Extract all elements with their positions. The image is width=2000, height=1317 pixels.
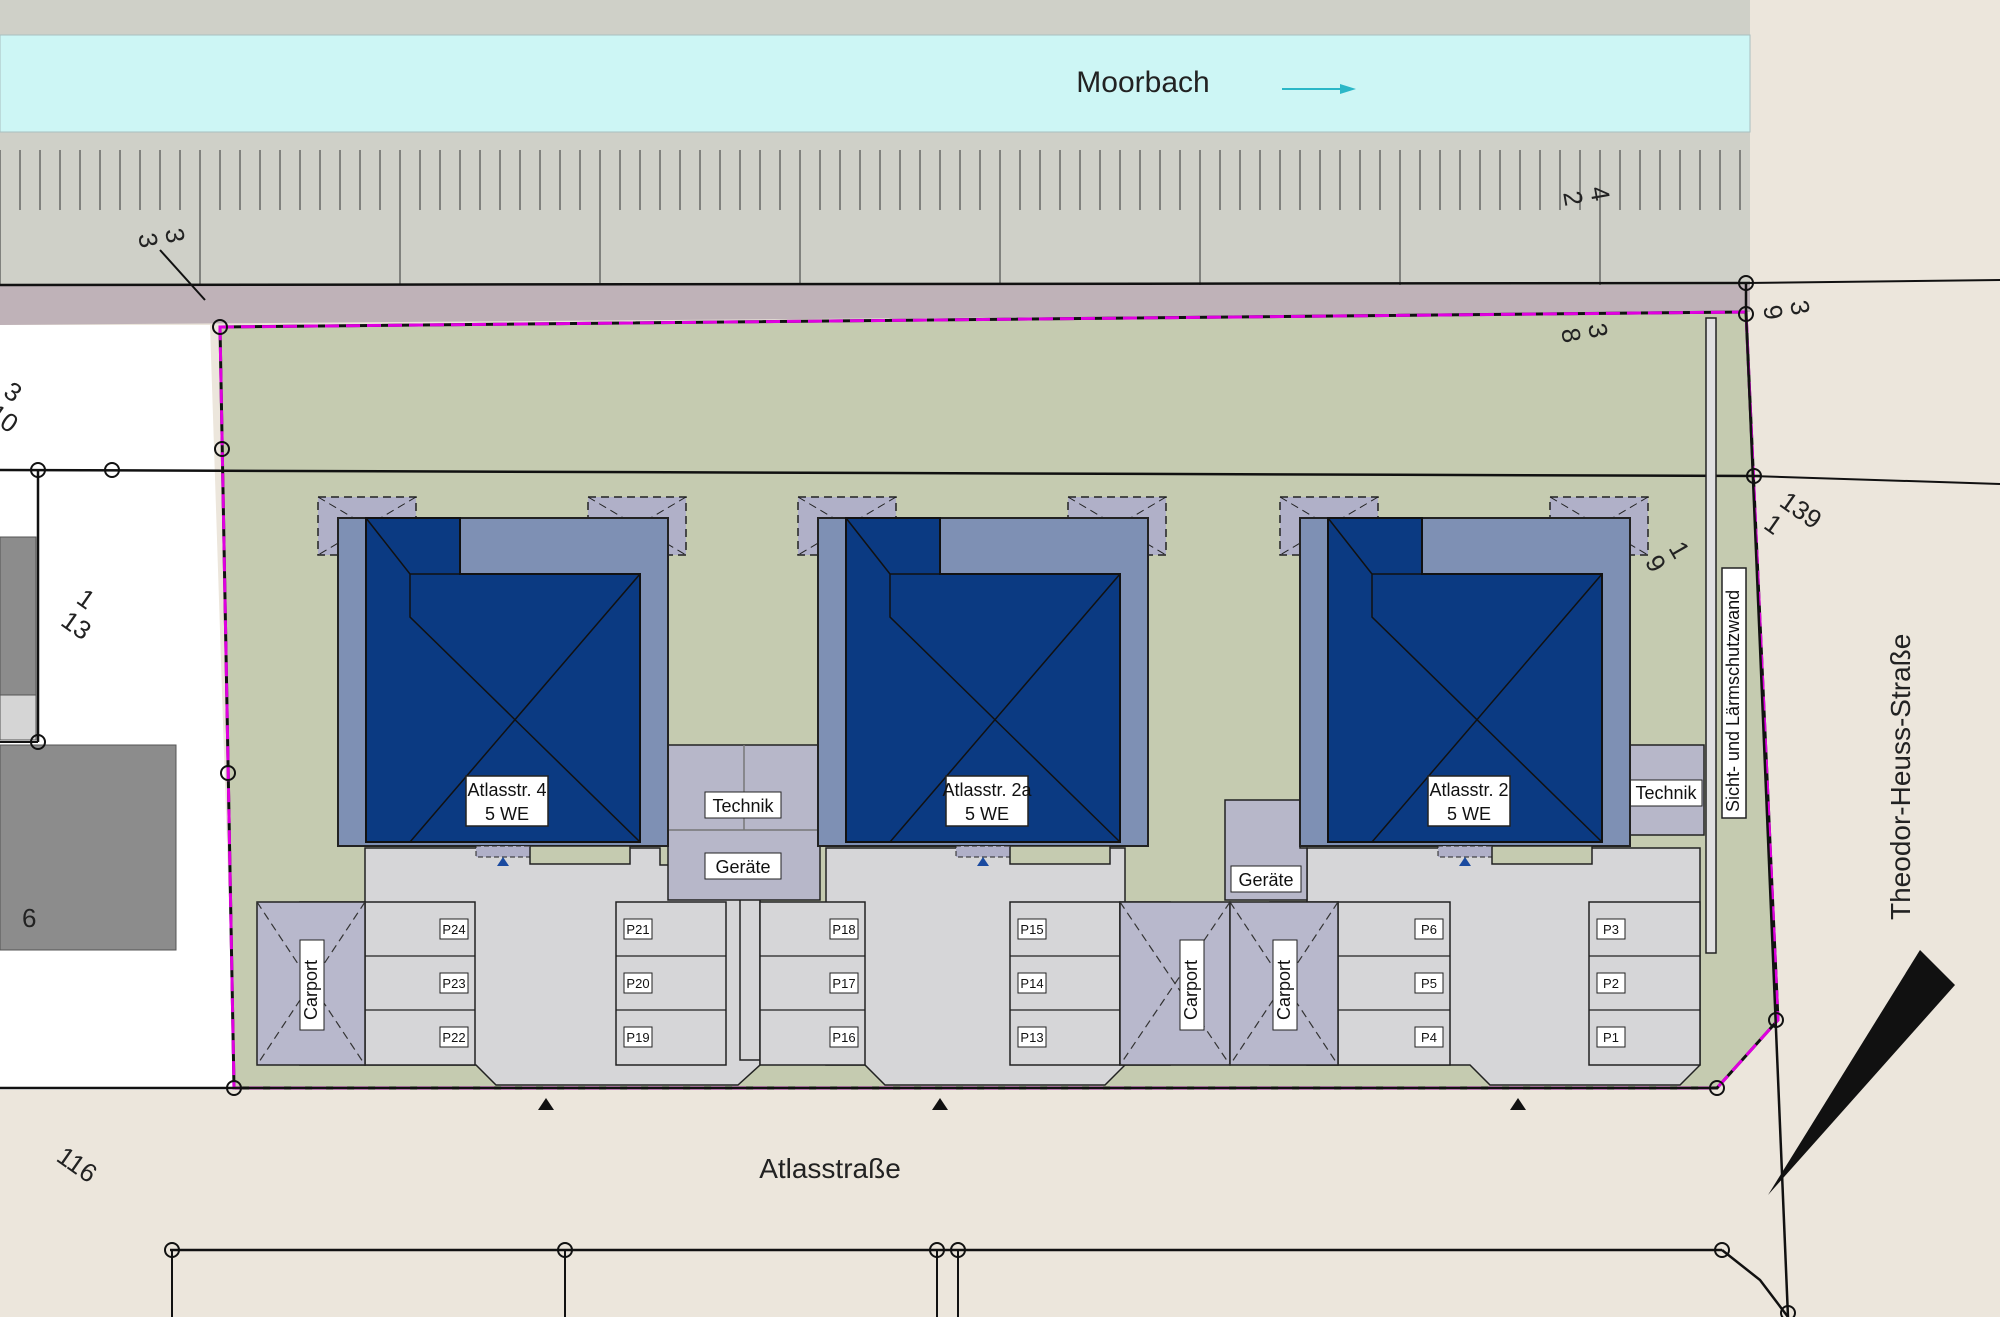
parking-space-label: P22: [442, 1030, 465, 1045]
connector-slab: [529, 845, 631, 865]
creek-name: Moorbach: [1076, 66, 1209, 99]
building-name: Atlasstr. 2: [1429, 780, 1508, 800]
building-units: 5 WE: [485, 804, 529, 824]
parking-space-label: P23: [442, 976, 465, 991]
street-name-south: Atlasstraße: [759, 1153, 901, 1184]
moorbach-creek: [0, 34, 1751, 133]
parking-space-label: P5: [1421, 976, 1437, 991]
neighbor-building-annex: [0, 694, 37, 741]
building-units: 5 WE: [965, 804, 1009, 824]
site-plan: Sicht- und Lärmschutzwand P27P26P25P24P2…: [0, 0, 2000, 1317]
carport-label-2: Carport: [1181, 960, 1201, 1020]
parking-space-label: P16: [832, 1030, 855, 1045]
parking-space-label: P17: [832, 976, 855, 991]
parking-space-label: P19: [626, 1030, 649, 1045]
entrance-canopy: [475, 845, 531, 858]
geraete-label-2: Geräte: [1238, 870, 1293, 890]
buildings: Atlasstr. 4 5 WE Atlasstr. 2a 5 WE Atlasstr.…: [317, 496, 1649, 866]
entrance-canopy: [955, 845, 1011, 858]
parking-space-label: P4: [1421, 1030, 1437, 1045]
neighbor-building-small: [0, 536, 37, 696]
parking-space-label: P18: [832, 922, 855, 937]
technik-label-1: Technik: [712, 796, 774, 816]
geraete-label-1: Geräte: [715, 857, 770, 877]
parking-space-label: P20: [626, 976, 649, 991]
parking-space-label: P24: [442, 922, 465, 937]
entrance-canopy: [1437, 845, 1493, 858]
parking-space-label: P6: [1421, 922, 1437, 937]
parking-space-label: P21: [626, 922, 649, 937]
carport-label-3: Carport: [1274, 960, 1294, 1020]
parcel-n6: 6: [22, 903, 36, 933]
parking-space-label: P1: [1603, 1030, 1619, 1045]
noise-wall-label: Sicht- und Lärmschutzwand: [1723, 590, 1743, 812]
parking-space-label: P14: [1020, 976, 1043, 991]
connector-slab: [1009, 845, 1111, 865]
street-name-east: Theodor-Heuss-Straße: [1885, 634, 1916, 920]
parking-space-label: P3: [1603, 922, 1619, 937]
building-units: 5 WE: [1447, 804, 1491, 824]
building-name: Atlasstr. 4: [467, 780, 546, 800]
parking-space-label: P2: [1603, 976, 1619, 991]
connector-slab: [1491, 845, 1593, 865]
parking-space-label: P13: [1020, 1030, 1043, 1045]
carport-label-1: Carport: [301, 960, 321, 1020]
noise-wall: [1705, 317, 1717, 954]
parking-space-label: P15: [1020, 922, 1043, 937]
technik-label-2: Technik: [1635, 783, 1697, 803]
building-name: Atlasstr. 2a: [942, 780, 1032, 800]
